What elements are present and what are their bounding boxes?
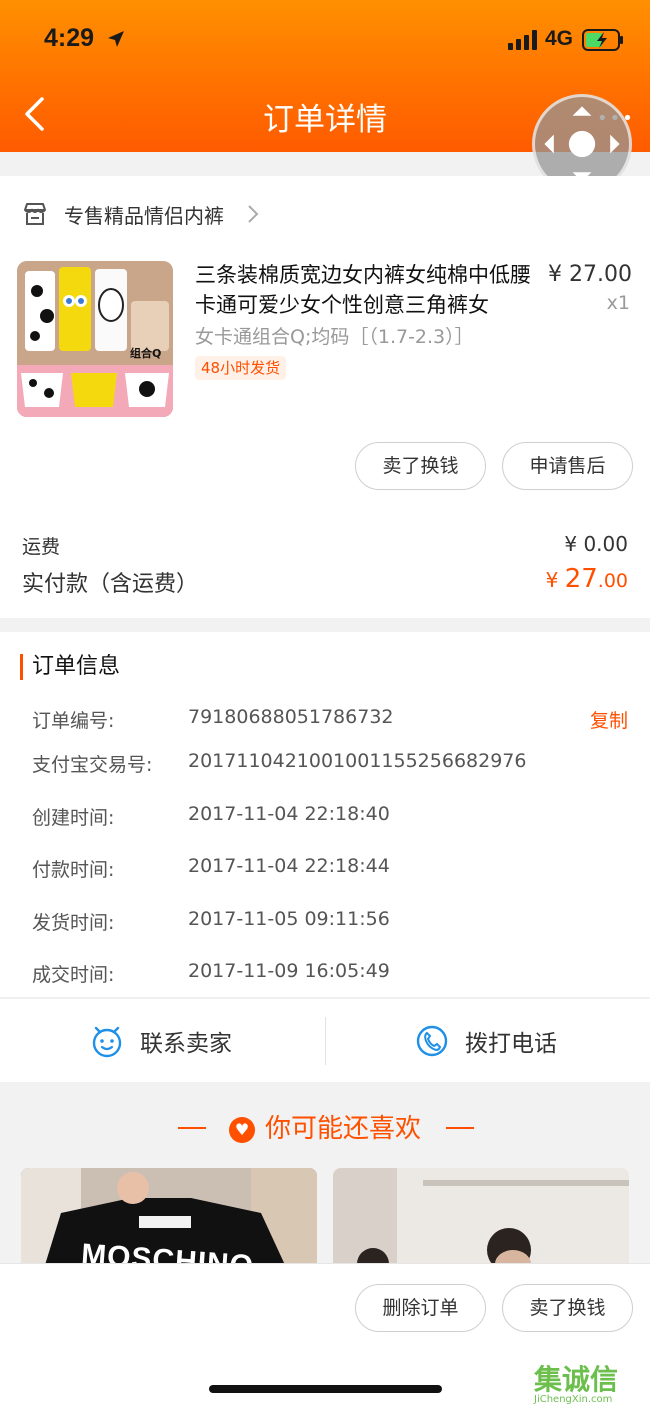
paid-decimal: .00 xyxy=(597,570,628,592)
sell-for-cash-button[interactable]: 卖了换钱 xyxy=(355,442,486,490)
watermark-logo: 集诚信 xyxy=(534,1363,619,1396)
contact-actions-bar: 联系卖家 拨打电话 xyxy=(0,998,650,1082)
recommend-item[interactable]: MOSCHINO xyxy=(21,1168,317,1278)
heart-icon: ♥ xyxy=(228,1116,255,1143)
svg-text:组合Q: 组合Q xyxy=(130,346,161,360)
product-title[interactable]: 三条装棉质宽边女内裤女纯棉中低腰卡通可爱少女个性创意三角裤女 xyxy=(195,260,545,320)
order-item-card: 专售精品情侣内裤 组合Q 三条装棉质宽边女内裤女纯棉中低腰卡通可爱少女个性创意三… xyxy=(0,176,650,618)
order-info-title: 订单信息 xyxy=(20,654,120,680)
contact-seller-button[interactable]: 联系卖家 xyxy=(90,999,232,1083)
phone-icon xyxy=(416,1025,448,1057)
paid-currency: ¥ xyxy=(545,568,559,592)
shipped-time-label: 发货时间: xyxy=(32,912,115,934)
paid-amount-label: 实付款（含运费） xyxy=(22,572,199,597)
product-quantity: x1 xyxy=(606,292,630,314)
paid-time-label: 付款时间: xyxy=(32,859,115,881)
chevron-right-icon xyxy=(248,205,259,223)
store-icon xyxy=(24,203,46,225)
product-image[interactable]: 组合Q xyxy=(17,261,173,417)
order-number-value: 79180688051786732 xyxy=(188,706,394,728)
product-spec: 女卡通组合Q;均码［（1.7-2.3）］ xyxy=(195,326,474,348)
home-indicator[interactable] xyxy=(209,1385,442,1393)
order-info-card: 订单信息 复制 订单编号: 79180688051786732 支付宝交易号: … xyxy=(0,632,650,997)
recommend-title: ♥ 你可能还喜欢 xyxy=(0,1108,650,1145)
recommend-title-text: 你可能还喜欢 xyxy=(264,1114,421,1144)
signal-icon xyxy=(508,30,537,50)
battery-icon xyxy=(582,29,623,51)
call-button[interactable]: 拨打电话 xyxy=(415,999,557,1083)
completed-time-label: 成交时间: xyxy=(32,964,115,986)
call-label: 拨打电话 xyxy=(465,1031,557,1057)
created-time-label: 创建时间: xyxy=(32,807,115,829)
after-sale-button[interactable]: 申请售后 xyxy=(502,442,633,490)
watermark-url: JiChengXin.com xyxy=(534,1394,613,1405)
location-arrow-icon xyxy=(108,31,124,47)
status-bar: 4:29 4G xyxy=(0,0,650,80)
copy-order-number-button[interactable]: 复制 xyxy=(590,706,628,733)
footer-sell-for-cash-button[interactable]: 卖了换钱 xyxy=(502,1284,633,1332)
paid-time-value: 2017-11-04 22:18:44 xyxy=(188,855,390,877)
product-price: ¥ 27.00 xyxy=(548,262,632,287)
order-number-label: 订单编号: xyxy=(32,710,115,732)
contact-seller-label: 联系卖家 xyxy=(140,1031,232,1057)
shipping-badge: 48小时发货 xyxy=(195,356,287,380)
completed-time-value: 2017-11-09 16:05:49 xyxy=(188,960,390,982)
recommend-item[interactable] xyxy=(333,1168,629,1278)
actions-divider xyxy=(325,1017,326,1065)
alipay-trade-label: 支付宝交易号: xyxy=(32,754,153,776)
chat-face-icon xyxy=(92,1026,122,1058)
paid-integer: 27 xyxy=(564,564,598,594)
shop-link[interactable]: 专售精品情侣内裤 xyxy=(22,198,260,230)
shipped-time-value: 2017-11-05 09:11:56 xyxy=(188,908,390,930)
network-type: 4G xyxy=(545,27,574,50)
shipping-fee-label: 运费 xyxy=(22,536,61,558)
delete-order-button[interactable]: 删除订单 xyxy=(355,1284,486,1332)
recommend-photo-2-icon xyxy=(333,1168,629,1278)
status-time: 4:29 xyxy=(44,24,95,52)
shipping-fee-value: ¥ 0.00 xyxy=(564,532,628,556)
created-time-value: 2017-11-04 22:18:40 xyxy=(188,803,390,825)
alipay-trade-value: 2017110421001001155256682976 xyxy=(188,750,527,772)
shop-name: 专售精品情侣内裤 xyxy=(64,203,224,228)
product-thumbnail-icon: 组合Q xyxy=(17,261,173,417)
paid-amount-value: ¥ 27.00 xyxy=(546,564,628,594)
